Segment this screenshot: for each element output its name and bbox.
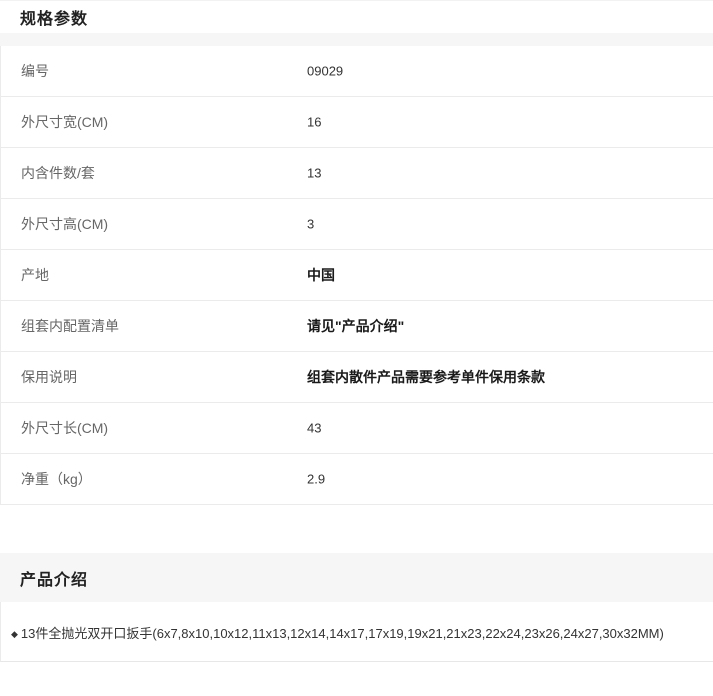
spec-row-label: 内含件数/套 xyxy=(21,163,95,183)
spec-row-value: 13 xyxy=(307,166,321,181)
spec-row-value: 43 xyxy=(307,421,321,436)
spec-row-label: 编号 xyxy=(21,61,49,81)
spec-row-label: 保用说明 xyxy=(21,367,77,387)
spec-header-divider xyxy=(0,33,713,46)
spec-row-value: 16 xyxy=(307,115,321,130)
spec-row-label: 净重（kg） xyxy=(21,469,92,489)
intro-section-title: 产品介绍 xyxy=(20,566,88,590)
spec-row: 净重（kg） 2.9 xyxy=(1,454,713,505)
intro-section-header: 产品介绍 xyxy=(0,553,713,602)
intro-description: 13件全抛光双开口扳手(6x7,8x10,10x12,11x13,12x14,1… xyxy=(21,626,664,641)
spec-row: 组套内配置清单 请见"产品介绍" xyxy=(1,301,713,352)
spec-row-value: 组套内散件产品需要参考单件保用条款 xyxy=(307,367,545,387)
diamond-bullet-icon: ◆ xyxy=(11,629,18,640)
spec-row-label: 外尺寸高(CM) xyxy=(21,214,108,234)
spec-table: 编号 09029 外尺寸宽(CM) 16 内含件数/套 13 外尺寸高(CM) 3 产地 中国组套… xyxy=(0,46,713,505)
spec-row-value: 2.9 xyxy=(307,472,325,487)
spec-row: 内含件数/套 13 xyxy=(1,148,713,199)
spec-row: 编号 09029 xyxy=(1,46,713,97)
spec-row-value: 请见"产品介绍" xyxy=(307,316,404,336)
spec-row-value: 中国 xyxy=(307,265,335,285)
spec-row-label: 外尺寸长(CM) xyxy=(21,418,108,438)
spec-row: 产地 中国 xyxy=(1,250,713,301)
spec-row: 外尺寸长(CM) 43 xyxy=(1,403,713,454)
spec-row-value: 09029 xyxy=(307,64,343,79)
spec-row-label: 外尺寸宽(CM) xyxy=(21,112,108,132)
intro-body: ◆13件全抛光双开口扳手(6x7,8x10,10x12,11x13,12x14,… xyxy=(0,602,713,662)
spec-row-label: 组套内配置清单 xyxy=(21,316,119,336)
spec-row: 外尺寸高(CM) 3 xyxy=(1,199,713,250)
spec-section-title: 规格参数 xyxy=(20,5,88,29)
spec-row-label: 产地 xyxy=(21,265,49,285)
spec-row: 保用说明 组套内散件产品需要参考单件保用条款 xyxy=(1,352,713,403)
section-gap xyxy=(0,505,713,553)
spec-row-value: 3 xyxy=(307,217,314,232)
spec-section-header: 规格参数 xyxy=(0,0,713,33)
spec-row: 外尺寸宽(CM) 16 xyxy=(1,97,713,148)
intro-section: 产品介绍 ◆13件全抛光双开口扳手(6x7,8x10,10x12,11x13,1… xyxy=(0,553,713,662)
product-detail-page: 规格参数 编号 09029 外尺寸宽(CM) 16 内含件数/套 13 外尺寸高(CM) 3 产… xyxy=(0,0,713,696)
spec-section: 规格参数 编号 09029 外尺寸宽(CM) 16 内含件数/套 13 外尺寸高(CM) 3 产… xyxy=(0,0,713,505)
